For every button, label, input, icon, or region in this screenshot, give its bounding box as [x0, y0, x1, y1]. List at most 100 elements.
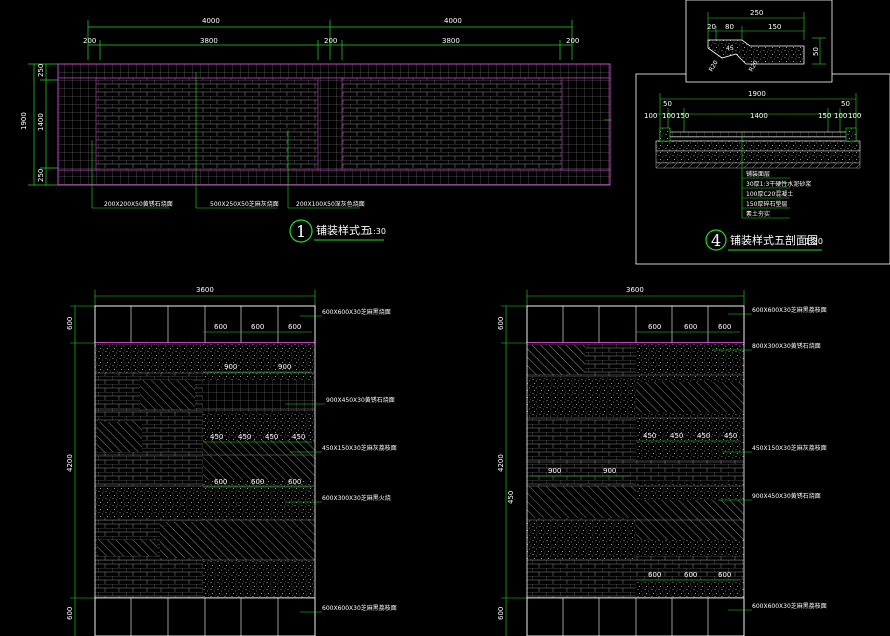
section-title-number: 4	[711, 231, 721, 250]
plan-dim-4000-left: 4000	[202, 17, 220, 25]
left-note-5: 600X600X30芝麻黑荔枝面	[322, 604, 397, 612]
right-row1-dim-2: 600	[684, 323, 697, 331]
left-row3-dim-2: 450	[238, 433, 251, 441]
right-row1-dim-1: 600	[648, 323, 661, 331]
curb-dim-20: 20	[707, 23, 716, 31]
right-row1-dim-3: 600	[718, 323, 731, 331]
right-row3-dim-1: 900	[548, 467, 561, 475]
right-row2-dim-2: 450	[670, 432, 683, 440]
right-row-bottom-slabs	[526, 597, 745, 636]
left-elev-height: 4200	[66, 454, 74, 472]
plan-band-left	[57, 77, 97, 171]
plan-note-1: 200X200X50黄锈石烧面	[104, 200, 173, 208]
left-elev-width: 3600	[196, 286, 214, 294]
curb-angle-label: 45	[726, 45, 734, 52]
plan-dim-1400: 1400	[37, 113, 45, 131]
section-curb-right	[845, 127, 857, 142]
left-side-dim-6: 600	[66, 607, 74, 620]
section-layer-5: 素土夯实	[746, 210, 770, 218]
paving-plan-1: 4000 4000 200 3800 200 3800 200 1900 250…	[20, 17, 612, 243]
plan-dim-4000-right: 4000	[444, 17, 462, 25]
section-dim-1400: 1400	[750, 112, 768, 120]
plan-note-2: 500X250X50芝麻灰烧面	[210, 200, 279, 208]
section-soil-layer	[655, 162, 861, 169]
right-row2-dim-4: 450	[724, 432, 737, 440]
section-surface-layer	[659, 131, 857, 138]
left-row4-dim-1: 600	[214, 478, 227, 486]
curb-dim-50: 50	[812, 47, 820, 56]
left-row2-dim-1: 900	[224, 363, 237, 371]
right-note-1: 600X600X30芝麻黑荔枝面	[752, 306, 827, 314]
right-note-2: 800X300X30黄锈石烧面	[752, 342, 821, 350]
plan-band-mid	[317, 77, 343, 171]
section-gravel-layer	[655, 150, 861, 164]
left-row4-dim-3: 600	[288, 478, 301, 486]
right-row2-dim-3: 450	[697, 432, 710, 440]
right-elev-height: 4200	[497, 454, 505, 472]
left-row1-dim-1: 600	[214, 323, 227, 331]
section-scale: 1:20	[805, 237, 823, 246]
curb-dim-250: 250	[750, 9, 763, 17]
left-row1-dim-2: 600	[251, 323, 264, 331]
section-detail-4: 250 20 80 150 50 45 R20 R20 1900 50 50 1…	[635, 0, 890, 265]
left-row3-dim-1: 450	[210, 433, 223, 441]
section-dim-100-d: 100	[848, 112, 861, 120]
left-row4-dim-2: 600	[251, 478, 264, 486]
left-note-4: 600X300X30芝麻黑火烧	[322, 494, 391, 502]
paving-elevation-right: 3600 4200 600 300 150 450 600 600	[497, 286, 827, 636]
section-layer-2: 30厚1:3干硬性水泥砂浆	[746, 180, 811, 188]
right-row4-dim-1: 600	[648, 571, 661, 579]
section-layer-4: 150厚碎石垫层	[746, 200, 787, 208]
plan-dim-200-b: 200	[324, 37, 337, 45]
plan-dim-200-c: 200	[566, 37, 579, 45]
left-row2-dim-2: 900	[278, 363, 291, 371]
plan-border-bottom	[57, 169, 611, 186]
right-elev-width: 3600	[626, 286, 644, 294]
section-curb-left	[659, 127, 671, 142]
curb-dim-80: 80	[725, 23, 734, 31]
left-note-1: 600X600X30芝麻黑烧面	[322, 308, 391, 316]
right-note-4: 900X450X30黄锈石烧面	[752, 492, 821, 500]
section-dim-100-c: 100	[834, 112, 847, 120]
plan-band-right	[561, 77, 611, 171]
section-dim-50-right: 50	[841, 100, 850, 108]
section-mortar-layer	[659, 136, 857, 142]
plan-dim-3800-right: 3800	[442, 37, 460, 45]
plan-title: 铺装样式五	[316, 223, 371, 237]
right-side-dim-4: 450	[507, 491, 515, 504]
right-note-3: 450X150X30芝麻灰荔枝面	[752, 444, 827, 452]
section-layer-1: 铺装面层	[746, 170, 770, 178]
section-dim-50-left: 50	[663, 100, 672, 108]
curb-dim-150: 150	[768, 23, 781, 31]
section-layer-3: 100厚C20混凝土	[746, 190, 793, 198]
right-note-5: 600X600X30芝麻黑荔枝面	[752, 602, 827, 610]
left-row1-dim-3: 600	[288, 323, 301, 331]
right-row4-dim-3: 600	[718, 571, 731, 579]
plan-dim-3800-left: 3800	[200, 37, 218, 45]
right-row3-dim-2: 900	[603, 467, 616, 475]
right-row-top-slabs	[526, 305, 745, 344]
section-dim-150-a: 150	[676, 112, 689, 120]
right-row2-dim-1: 450	[643, 432, 656, 440]
section-dim-100-b: 100	[662, 112, 675, 120]
right-side-dim-1: 600	[497, 317, 505, 330]
plan-dim-250-top: 250	[37, 64, 45, 77]
plan-note-3: 200X100X50深灰色烧面	[296, 200, 365, 208]
left-note-3: 450X150X30芝麻灰荔枝面	[322, 444, 397, 452]
cad-drawing-canvas: 4000 4000 200 3800 200 3800 200 1900 250…	[20, 0, 890, 636]
plan-dim-1900: 1900	[20, 112, 28, 130]
right-side-dim-5: 600	[497, 607, 505, 620]
section-dim-150-b: 150	[818, 112, 831, 120]
plan-title-number: 1	[296, 222, 306, 241]
left-row3-dim-4: 450	[292, 433, 305, 441]
left-side-dim-1: 600	[66, 317, 74, 330]
section-concrete-layer	[655, 140, 861, 152]
plan-border-top	[57, 63, 611, 79]
plan-dim-200-a: 200	[83, 37, 96, 45]
right-row4-dim-2: 600	[684, 571, 697, 579]
left-note-2: 900X450X30黄锈石烧面	[326, 396, 395, 404]
paving-elevation-left: 3600 4200 600 600 450 150 300 600	[66, 286, 397, 636]
plan-scale: 1:30	[368, 227, 386, 236]
section-dim-100-a: 100	[644, 112, 657, 120]
section-dim-1900: 1900	[748, 90, 766, 98]
